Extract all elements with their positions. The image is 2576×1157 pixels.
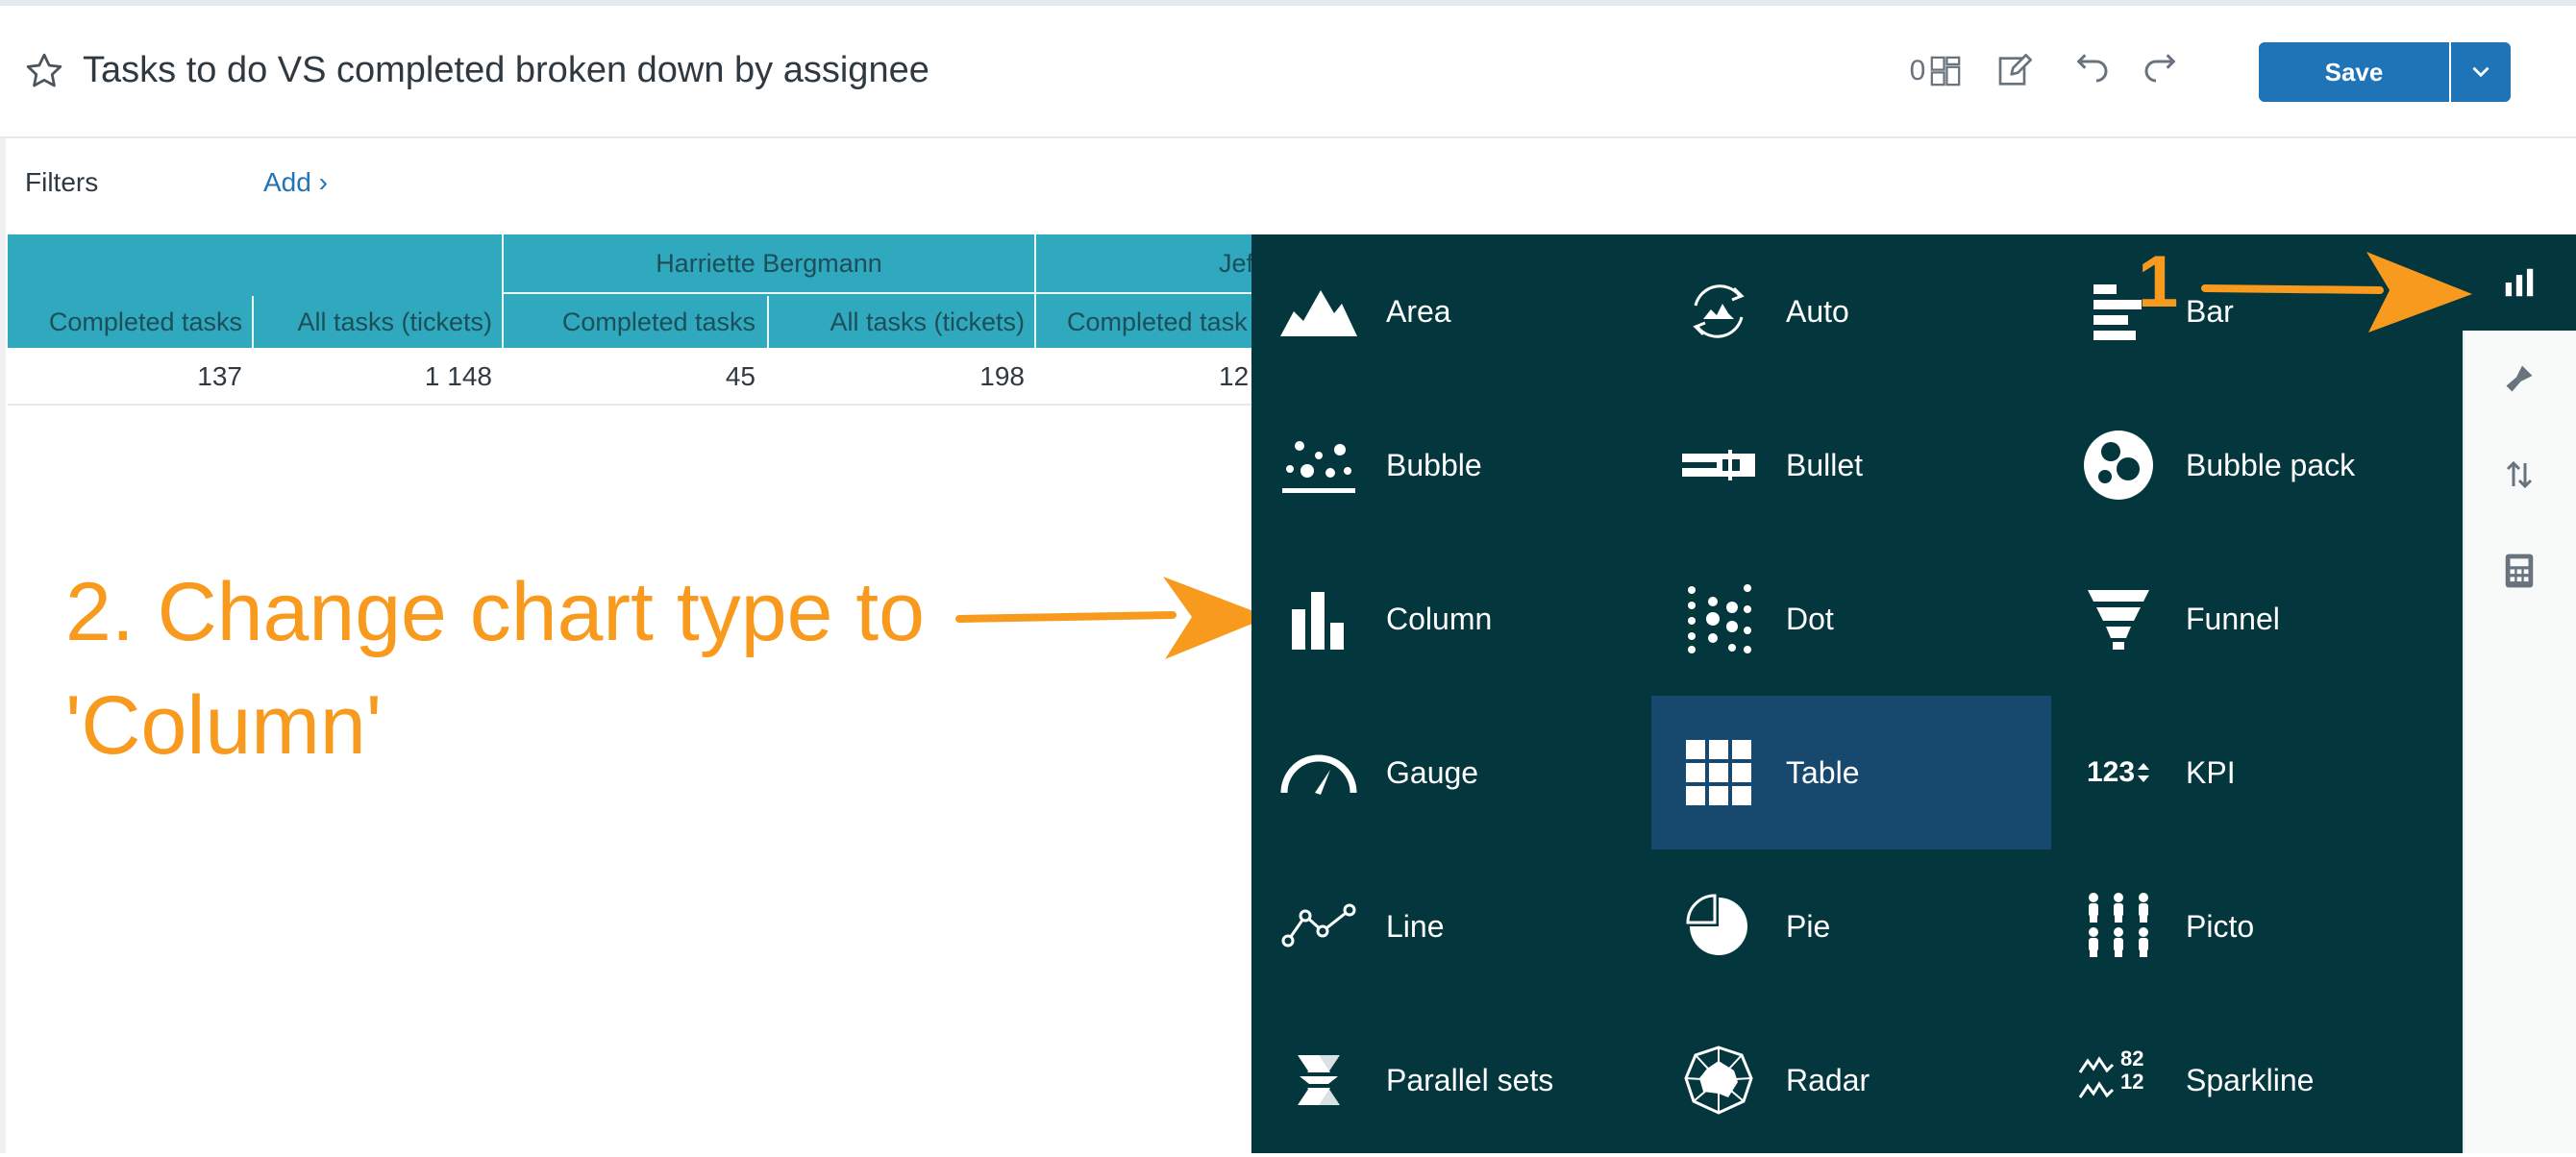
save-options-button[interactable]	[2451, 42, 2511, 102]
gauge-icon	[1278, 732, 1359, 813]
kpi-icon: 123	[2078, 732, 2159, 813]
bullet-icon	[1678, 425, 1759, 505]
column-header[interactable]: Completed tasks	[8, 296, 254, 348]
column-header[interactable]: All tasks (tickets)	[771, 296, 1036, 348]
chart-type-tab[interactable]	[2463, 234, 2576, 331]
redo-icon[interactable]	[2140, 50, 2182, 92]
chart-option-parallel-sets[interactable]: Parallel sets	[1251, 1003, 1651, 1157]
area-icon	[1278, 271, 1359, 352]
chart-option-bubble[interactable]: Bubble	[1251, 388, 1651, 542]
annotation-arrow-2	[955, 577, 1269, 659]
chart-option-label: Column	[1386, 601, 1493, 636]
chart-option-label: Sparkline	[2186, 1062, 2315, 1097]
table-cell: 45	[725, 361, 755, 391]
table-icon	[1678, 732, 1759, 813]
chart-option-area[interactable]: Area	[1251, 234, 1651, 388]
table-cell: 1 148	[424, 361, 492, 391]
chart-option-label: Parallel sets	[1386, 1062, 1554, 1097]
page-title: Tasks to do VS completed broken down by …	[83, 50, 929, 90]
bar-chart-icon	[2463, 234, 2576, 331]
annotation-arrow-1	[2201, 252, 2472, 332]
chart-option-label: Dot	[1786, 601, 1834, 636]
header-divider	[504, 292, 1255, 294]
chart-option-label: Radar	[1786, 1062, 1870, 1097]
chart-option-sparkline[interactable]: 82 12 Sparkline	[2051, 1003, 2451, 1157]
undo-icon[interactable]	[2070, 50, 2113, 92]
widgets-icon	[1931, 56, 1961, 86]
widget-count: 0	[1909, 55, 1926, 86]
chart-option-picto[interactable]: Picto	[2051, 849, 2451, 1003]
parallel-sets-icon	[1278, 1040, 1359, 1120]
chart-option-label: Table	[1786, 754, 1860, 790]
annotation-step-2: 2. Change chart type to 'Column'	[65, 566, 926, 772]
sparkline-icon-value: 12	[2120, 1070, 2144, 1094]
add-filter-link[interactable]: Add ›	[263, 167, 328, 198]
row-divider	[8, 404, 1255, 406]
column-header[interactable]: Completed task	[1038, 296, 1255, 348]
widgets-button[interactable]: 0	[1907, 50, 1965, 92]
chart-option-label: Area	[1386, 293, 1451, 329]
column-header[interactable]: Completed tasks	[506, 296, 767, 348]
header-divider	[767, 296, 769, 348]
chart-option-label: Picto	[2186, 908, 2255, 944]
chart-option-line[interactable]: Line	[1251, 849, 1651, 1003]
chart-option-label: Funnel	[2186, 601, 2280, 636]
column-icon	[1278, 578, 1359, 659]
table-cell: 137	[197, 361, 242, 391]
calculator-icon[interactable]	[2463, 523, 2576, 619]
bubble-pack-icon	[2078, 425, 2159, 505]
table-cell: 12	[1219, 361, 1250, 391]
format-brush-icon[interactable]	[2463, 331, 2576, 427]
column-group-header: Jef	[1219, 248, 1254, 278]
bubble-icon	[1278, 425, 1359, 505]
dot-icon	[1678, 578, 1759, 659]
chart-option-column[interactable]: Column	[1251, 542, 1651, 696]
edit-pencil-icon[interactable]	[1994, 50, 2036, 92]
chart-option-label: Bullet	[1786, 447, 1864, 482]
chart-option-bullet[interactable]: Bullet	[1651, 388, 2051, 542]
favorite-star-icon[interactable]	[23, 50, 65, 92]
chart-option-table[interactable]: Table	[1651, 696, 2051, 849]
chart-option-label: Gauge	[1386, 754, 1479, 790]
radar-icon	[1678, 1040, 1759, 1120]
chart-option-auto[interactable]: Auto	[1651, 234, 2051, 388]
left-edge	[0, 0, 6, 1153]
filters-label: Filters	[25, 167, 99, 197]
kpi-icon-text: 123	[2086, 756, 2136, 788]
column-header[interactable]: All tasks (tickets)	[256, 296, 504, 348]
chart-option-bubble-pack[interactable]: Bubble pack	[2051, 388, 2451, 542]
pivot-table: Harriette Bergmann Jef Completed tasks A…	[8, 234, 1255, 406]
chart-option-label: KPI	[2186, 754, 2236, 790]
chart-option-gauge[interactable]: Gauge	[1251, 696, 1651, 849]
chart-option-label: Bubble pack	[2186, 447, 2356, 482]
sort-icon[interactable]	[2463, 427, 2576, 523]
sparkline-icon: 82 12	[2078, 1040, 2159, 1120]
chart-option-radar[interactable]: Radar	[1651, 1003, 2051, 1157]
chart-option-label: Bubble	[1386, 447, 1482, 482]
table-cell: 198	[979, 361, 1025, 391]
chart-option-dot[interactable]: Dot	[1651, 542, 2051, 696]
chart-option-funnel[interactable]: Funnel	[2051, 542, 2451, 696]
chart-option-pie[interactable]: Pie	[1651, 849, 2051, 1003]
sparkline-icon-value: 82	[2120, 1046, 2144, 1071]
annotation-step-1: 1	[2138, 241, 2179, 323]
line-icon	[1278, 886, 1359, 967]
chevron-down-icon	[2472, 66, 2489, 78]
pie-icon	[1678, 886, 1759, 967]
funnel-icon	[2078, 578, 2159, 659]
picto-icon	[2078, 886, 2159, 967]
auto-icon	[1678, 271, 1759, 352]
save-button[interactable]: Save	[2259, 42, 2449, 102]
column-group-header: Harriette Bergmann	[656, 248, 882, 278]
chart-option-label: Pie	[1786, 908, 1831, 944]
chart-type-picker: Area Auto Bar Bubble Bullet Bubble pack	[1251, 234, 2463, 1153]
chart-option-label: Line	[1386, 908, 1445, 944]
chart-option-label: Auto	[1786, 293, 1849, 329]
chart-option-kpi[interactable]: 123 KPI	[2051, 696, 2451, 849]
